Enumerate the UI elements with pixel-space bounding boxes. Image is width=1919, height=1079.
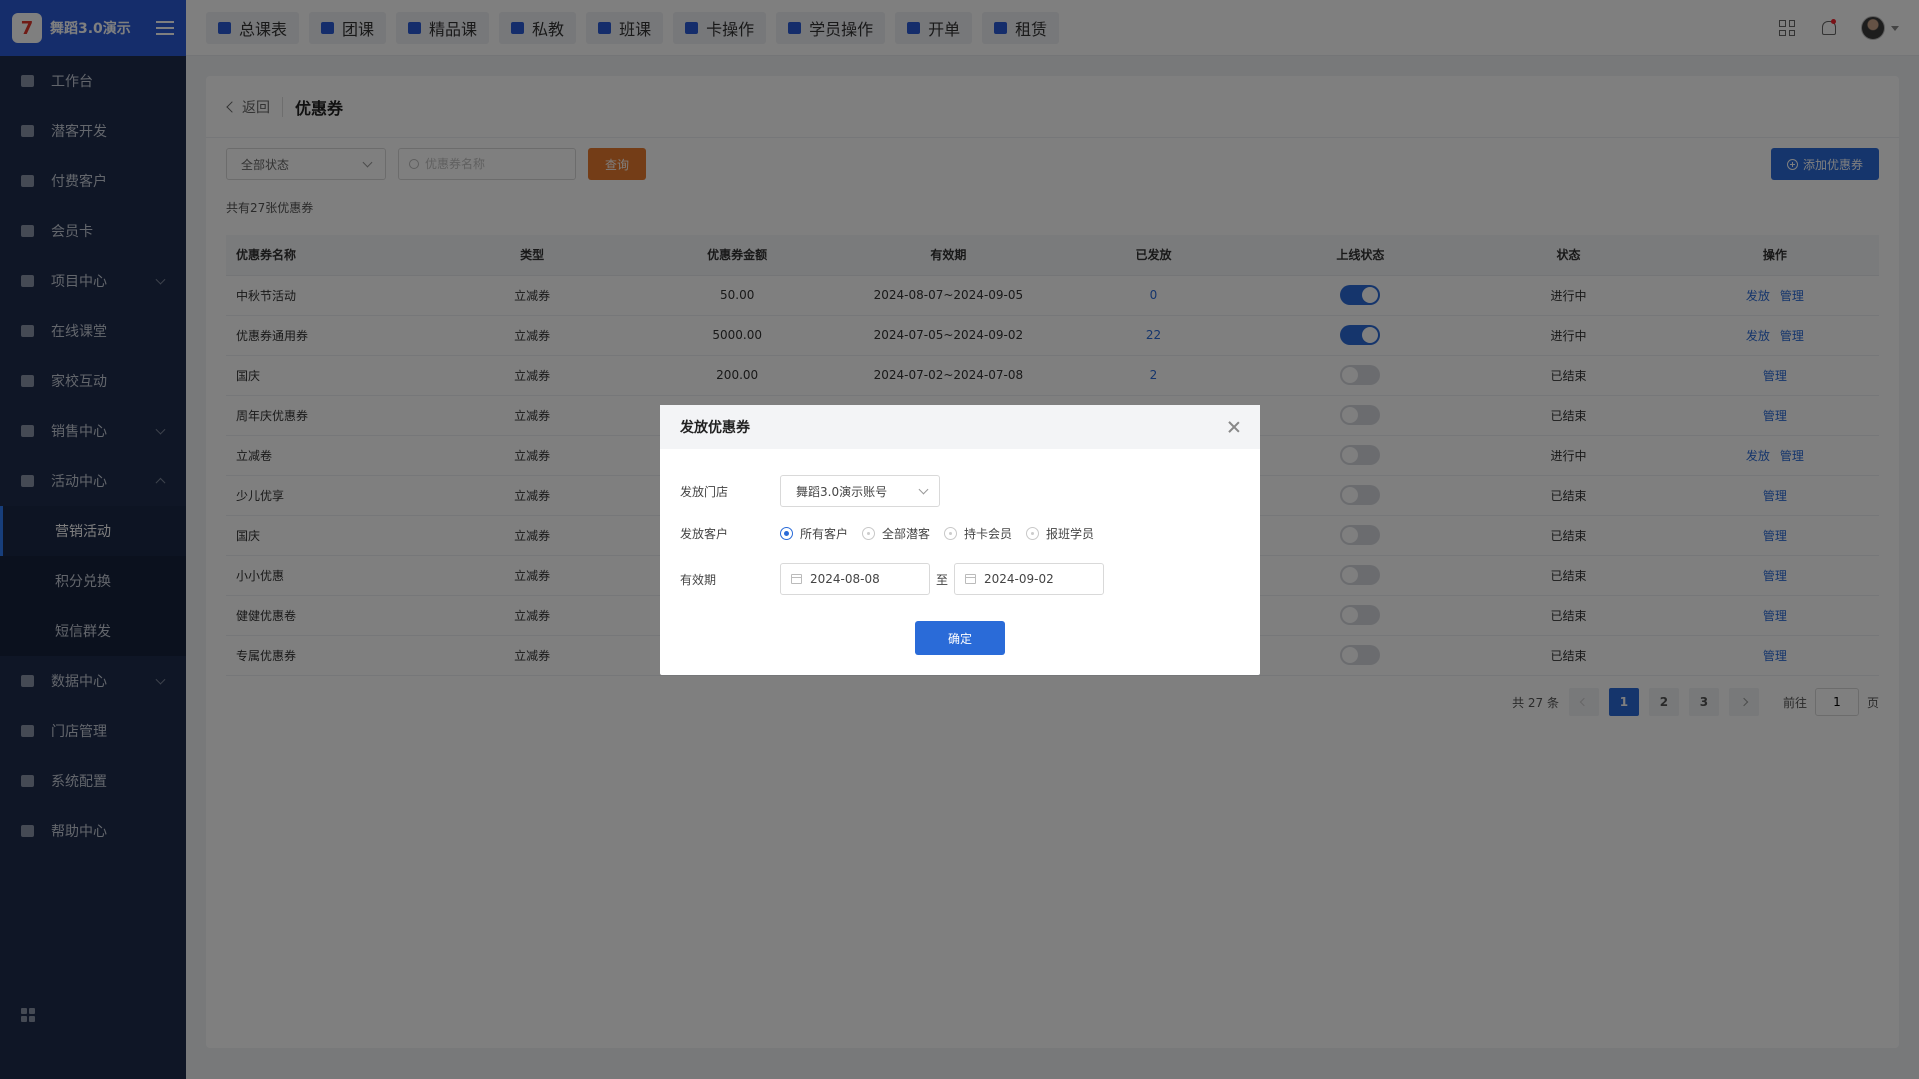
issue-coupon-dialog: 发放优惠券 发放门店 舞蹈3.0演示账号 发放客户 所有客户 全部潜客 持卡会员 报班…: [660, 405, 1260, 675]
end-date-value: 2024-09-02: [984, 572, 1054, 586]
customer-radio-label: 报班学员: [1046, 527, 1095, 541]
radio-unchecked-icon: [862, 527, 876, 540]
start-date-picker[interactable]: 2024-08-08: [780, 563, 930, 595]
store-select[interactable]: 舞蹈3.0演示账号: [780, 475, 940, 507]
radio-unchecked-icon: [1026, 527, 1040, 540]
customer-radio-label: 全部潜客: [882, 527, 931, 541]
calendar-icon: [791, 574, 802, 584]
customer-radio[interactable]: 报班学员: [1026, 525, 1094, 542]
customer-radio-label: 所有客户: [800, 527, 849, 541]
end-date-picker[interactable]: 2024-09-02: [954, 563, 1105, 595]
radio-checked-icon: [780, 527, 793, 540]
period-label: 有效期: [680, 572, 717, 587]
customer-row: 发放客户 所有客户 全部潜客 持卡会员 报班学员: [680, 525, 1108, 542]
customer-radio[interactable]: 全部潜客: [862, 525, 930, 542]
store-row: 发放门店 舞蹈3.0演示账号: [680, 475, 940, 507]
dialog-header: 发放优惠券: [660, 405, 1260, 449]
dialog-title: 发放优惠券: [680, 420, 750, 436]
calendar-icon: [965, 574, 977, 584]
start-date-value: 2024-08-08: [810, 572, 880, 586]
chevron-down-icon: [918, 484, 929, 495]
store-select-value: 舞蹈3.0演示账号: [796, 484, 888, 499]
customer-radio[interactable]: 所有客户: [780, 525, 848, 542]
customer-radio-group: 所有客户 全部潜客 持卡会员 报班学员: [780, 525, 1108, 542]
period-row: 有效期 2024-08-08 至 2024-09-02: [680, 563, 1105, 595]
store-label: 发放门店: [680, 484, 729, 499]
date-separator: 至: [936, 572, 949, 587]
customer-radio-label: 持卡会员: [964, 527, 1013, 541]
close-icon[interactable]: [1228, 421, 1240, 433]
customer-label: 发放客户: [680, 527, 729, 541]
customer-radio[interactable]: 持卡会员: [944, 525, 1012, 542]
confirm-button[interactable]: 确定: [915, 621, 1005, 655]
radio-unchecked-icon: [944, 527, 958, 540]
